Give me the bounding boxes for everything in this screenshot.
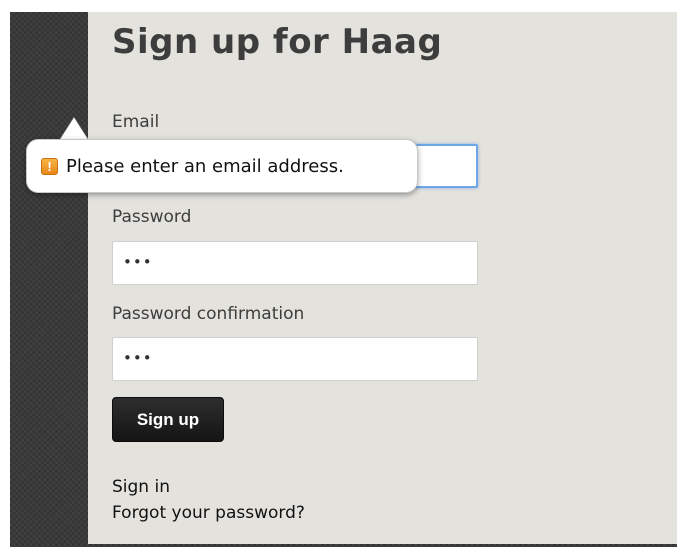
password-confirmation-field[interactable]: ••• — [112, 337, 478, 381]
password-label: Password — [112, 207, 192, 227]
password-field[interactable]: ••• — [112, 241, 478, 285]
password-confirmation-value: ••• — [123, 349, 153, 367]
password-value: ••• — [123, 253, 153, 271]
email-label: Email — [112, 112, 160, 132]
validation-message: Please enter an email address. — [66, 155, 344, 177]
password-confirmation-label: Password confirmation — [112, 304, 305, 324]
tooltip-arrow — [60, 118, 88, 140]
forgot-password-link[interactable]: Forgot your password? — [112, 503, 305, 523]
validation-tooltip: ! Please enter an email address. — [26, 139, 418, 193]
page-title: Sign up for Haag — [112, 22, 443, 62]
sign-up-button[interactable]: Sign up — [112, 397, 224, 442]
warning-icon: ! — [41, 157, 58, 175]
sign-in-link[interactable]: Sign in — [112, 477, 170, 497]
